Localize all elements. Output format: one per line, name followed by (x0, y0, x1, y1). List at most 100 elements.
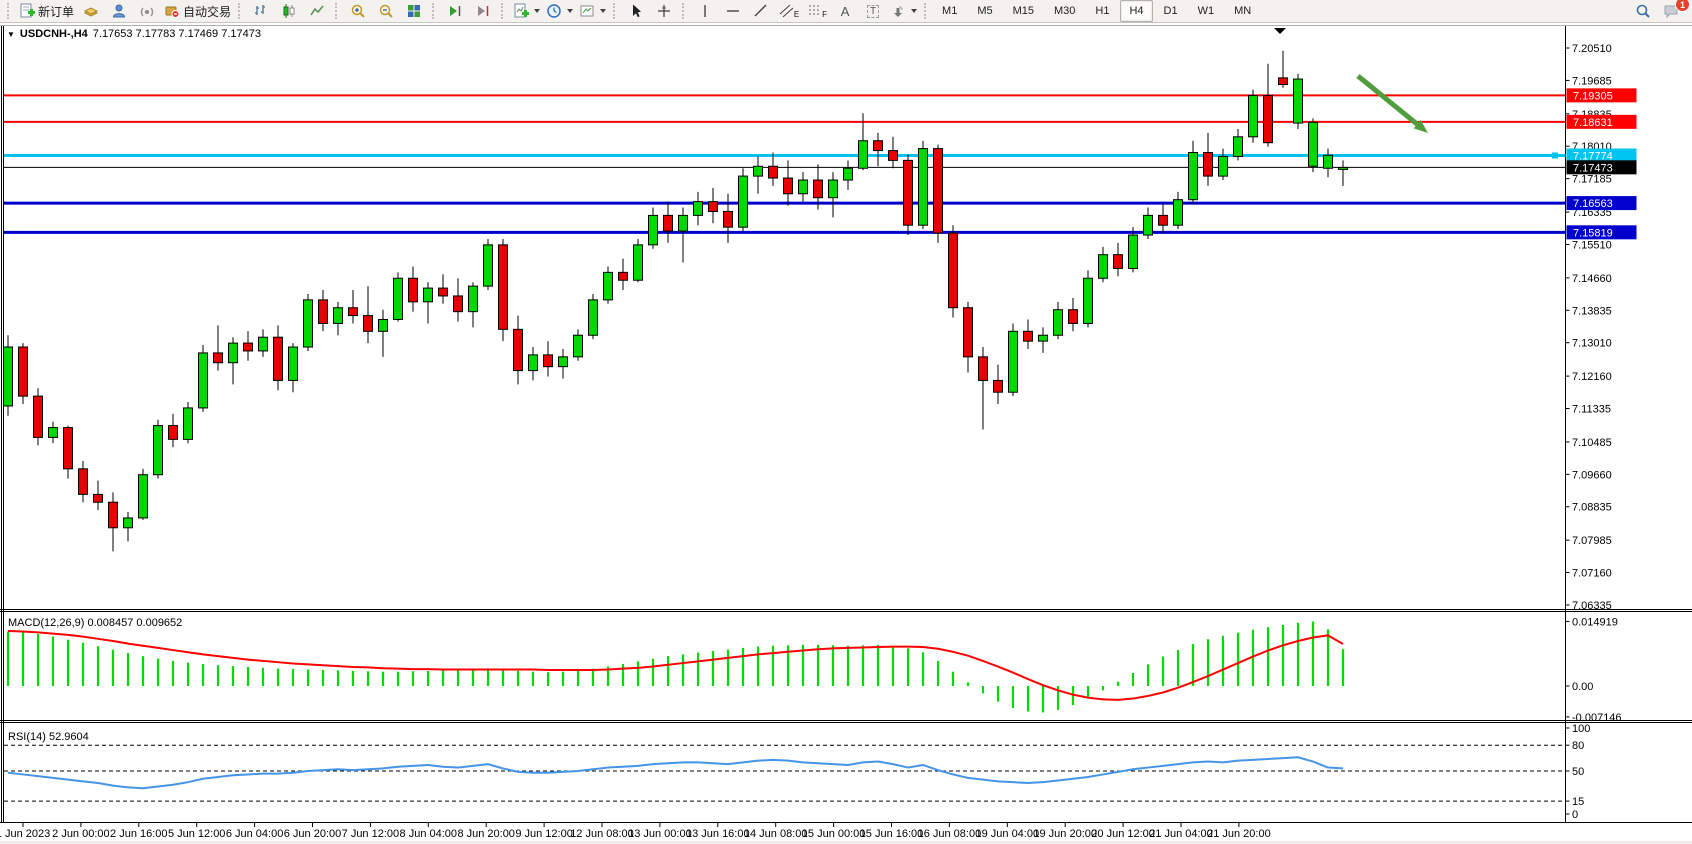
chart-canvas[interactable]: 7.205107.196857.188357.180107.171857.163… (0, 23, 1692, 844)
bull-candle (1324, 155, 1333, 168)
new-order-label: 新订单 (38, 3, 74, 20)
bull-candle (424, 288, 433, 302)
time-tick-label: 16 Jun 08:00 (918, 828, 982, 840)
macd-indicator-label: MACD(12,26,9) 0.008457 0.009652 (8, 617, 182, 629)
time-tick-label: 2 Jun 16:00 (110, 828, 168, 840)
candlestick-chart-type-button[interactable] (275, 0, 303, 22)
price-tick-label: 7.14660 (1572, 273, 1612, 285)
bull-candle (634, 245, 643, 280)
text-tool-button[interactable]: A (831, 0, 859, 22)
bear-candle (709, 202, 718, 212)
timeframe-M30[interactable]: M30 (1045, 0, 1084, 22)
macd-tick-label: 0.014919 (1572, 616, 1618, 628)
trendline-tool-button[interactable] (747, 0, 775, 22)
bear-candle (814, 180, 823, 198)
templates-button[interactable] (576, 0, 609, 22)
signals-button[interactable] (133, 0, 161, 22)
bull-candle (154, 426, 163, 475)
periods-button[interactable] (543, 0, 576, 22)
bull-candle (4, 347, 13, 406)
time-tick-label: 21 Jun 04:00 (1149, 828, 1213, 840)
bull-candle (1129, 235, 1138, 268)
timeframe-D1[interactable]: D1 (1155, 0, 1187, 22)
timeframe-M15[interactable]: M15 (1004, 0, 1043, 22)
bear-candle (904, 160, 913, 225)
crosshair-tool-button[interactable] (650, 0, 678, 22)
fibonacci-icon (807, 3, 823, 19)
price-level-badge-label: 7.18631 (1573, 117, 1613, 129)
bear-candle (109, 502, 118, 528)
bull-candle (1099, 255, 1108, 279)
bear-candle (169, 426, 178, 440)
timeframe-M1[interactable]: M1 (933, 0, 966, 22)
chart-shift-icon (475, 3, 491, 19)
auto-scroll-button[interactable] (441, 0, 469, 22)
rsi-indicator-label: RSI(14) 52.9604 (8, 731, 89, 743)
bear-candle (19, 347, 28, 396)
chart-collapse-icon[interactable]: ▼ (7, 30, 15, 39)
scroll-to-end-marker[interactable] (1274, 28, 1286, 34)
bull-candle (1234, 137, 1243, 157)
toolbar-grip[interactable] (924, 3, 929, 19)
arrows-icon (890, 3, 906, 19)
time-tick-label: 9 Jun 12:00 (515, 828, 573, 840)
equidistant-channel-tool-button[interactable]: E (775, 0, 803, 22)
toolbar-grip[interactable] (501, 3, 506, 19)
time-tick-label: 15 Jun 16:00 (860, 828, 924, 840)
rsi-tick-label: 0 (1572, 809, 1578, 821)
bar-chart-type-button[interactable] (247, 0, 275, 22)
bull-candle (799, 180, 808, 194)
line-chart-type-button[interactable] (303, 0, 331, 22)
search-button[interactable] (1629, 0, 1657, 22)
trendline-icon (753, 3, 769, 19)
arrows-tool-button[interactable] (887, 0, 920, 22)
notifications-button[interactable]: 1 (1657, 0, 1685, 22)
timeframe-H1[interactable]: H1 (1086, 0, 1118, 22)
timeframe-M5[interactable]: M5 (968, 0, 1001, 22)
auto-trading-button[interactable]: 自动交易 (161, 0, 234, 22)
tile-windows-button[interactable] (400, 0, 428, 22)
price-level-badge-label: 7.15819 (1573, 227, 1613, 239)
price-tick-label: 7.07160 (1572, 568, 1612, 580)
text-label-icon: T (867, 5, 879, 18)
zoom-in-button[interactable] (344, 0, 372, 22)
channel-icon (779, 3, 795, 19)
bull-candle (1309, 122, 1318, 166)
zoom-out-button[interactable] (372, 0, 400, 22)
bull-candle (649, 215, 658, 244)
text-label-tool-button[interactable]: T (859, 0, 887, 22)
bull-candle (574, 335, 583, 357)
rsi-panel: 1008050150 (4, 723, 1590, 821)
timeframe-MN[interactable]: MN (1225, 0, 1260, 22)
bull-candle (1039, 335, 1048, 341)
toolbar-grip[interactable] (7, 3, 12, 19)
toolbar-grip[interactable] (613, 3, 618, 19)
timeframe-W1[interactable]: W1 (1189, 0, 1224, 22)
annotation-arrow[interactable] (1358, 76, 1428, 133)
toolbar-grip[interactable] (682, 3, 687, 19)
toolbar-grip[interactable] (432, 3, 437, 19)
level-drag-handle[interactable] (1552, 153, 1558, 159)
horizontal-line-tool-button[interactable] (719, 0, 747, 22)
chart-shift-button[interactable] (469, 0, 497, 22)
fibonacci-tool-button[interactable]: F (803, 0, 831, 22)
market-watch-button[interactable] (77, 0, 105, 22)
indicators-button[interactable] (510, 0, 543, 22)
time-tick-label: 15 Jun 00:00 (802, 828, 866, 840)
bull-candle (184, 408, 193, 439)
bear-candle (934, 149, 943, 233)
timeframe-H4[interactable]: H4 (1120, 0, 1152, 22)
cursor-tool-button[interactable] (622, 0, 650, 22)
toolbar-grip[interactable] (238, 3, 243, 19)
bull-candle (1054, 310, 1063, 336)
time-tick-label: 1 Jun 2023 (0, 828, 50, 840)
auto-scroll-icon (447, 3, 463, 19)
vertical-line-tool-button[interactable] (691, 0, 719, 22)
new-order-button[interactable]: 新订单 (16, 0, 77, 22)
navigator-button[interactable] (105, 0, 133, 22)
toolbar-grip[interactable] (335, 3, 340, 19)
auto-trading-icon (164, 3, 180, 19)
text-tool-icon: A (841, 5, 850, 18)
bull-candle (289, 347, 298, 380)
time-tick-label: 20 Jun 12:00 (1091, 828, 1155, 840)
